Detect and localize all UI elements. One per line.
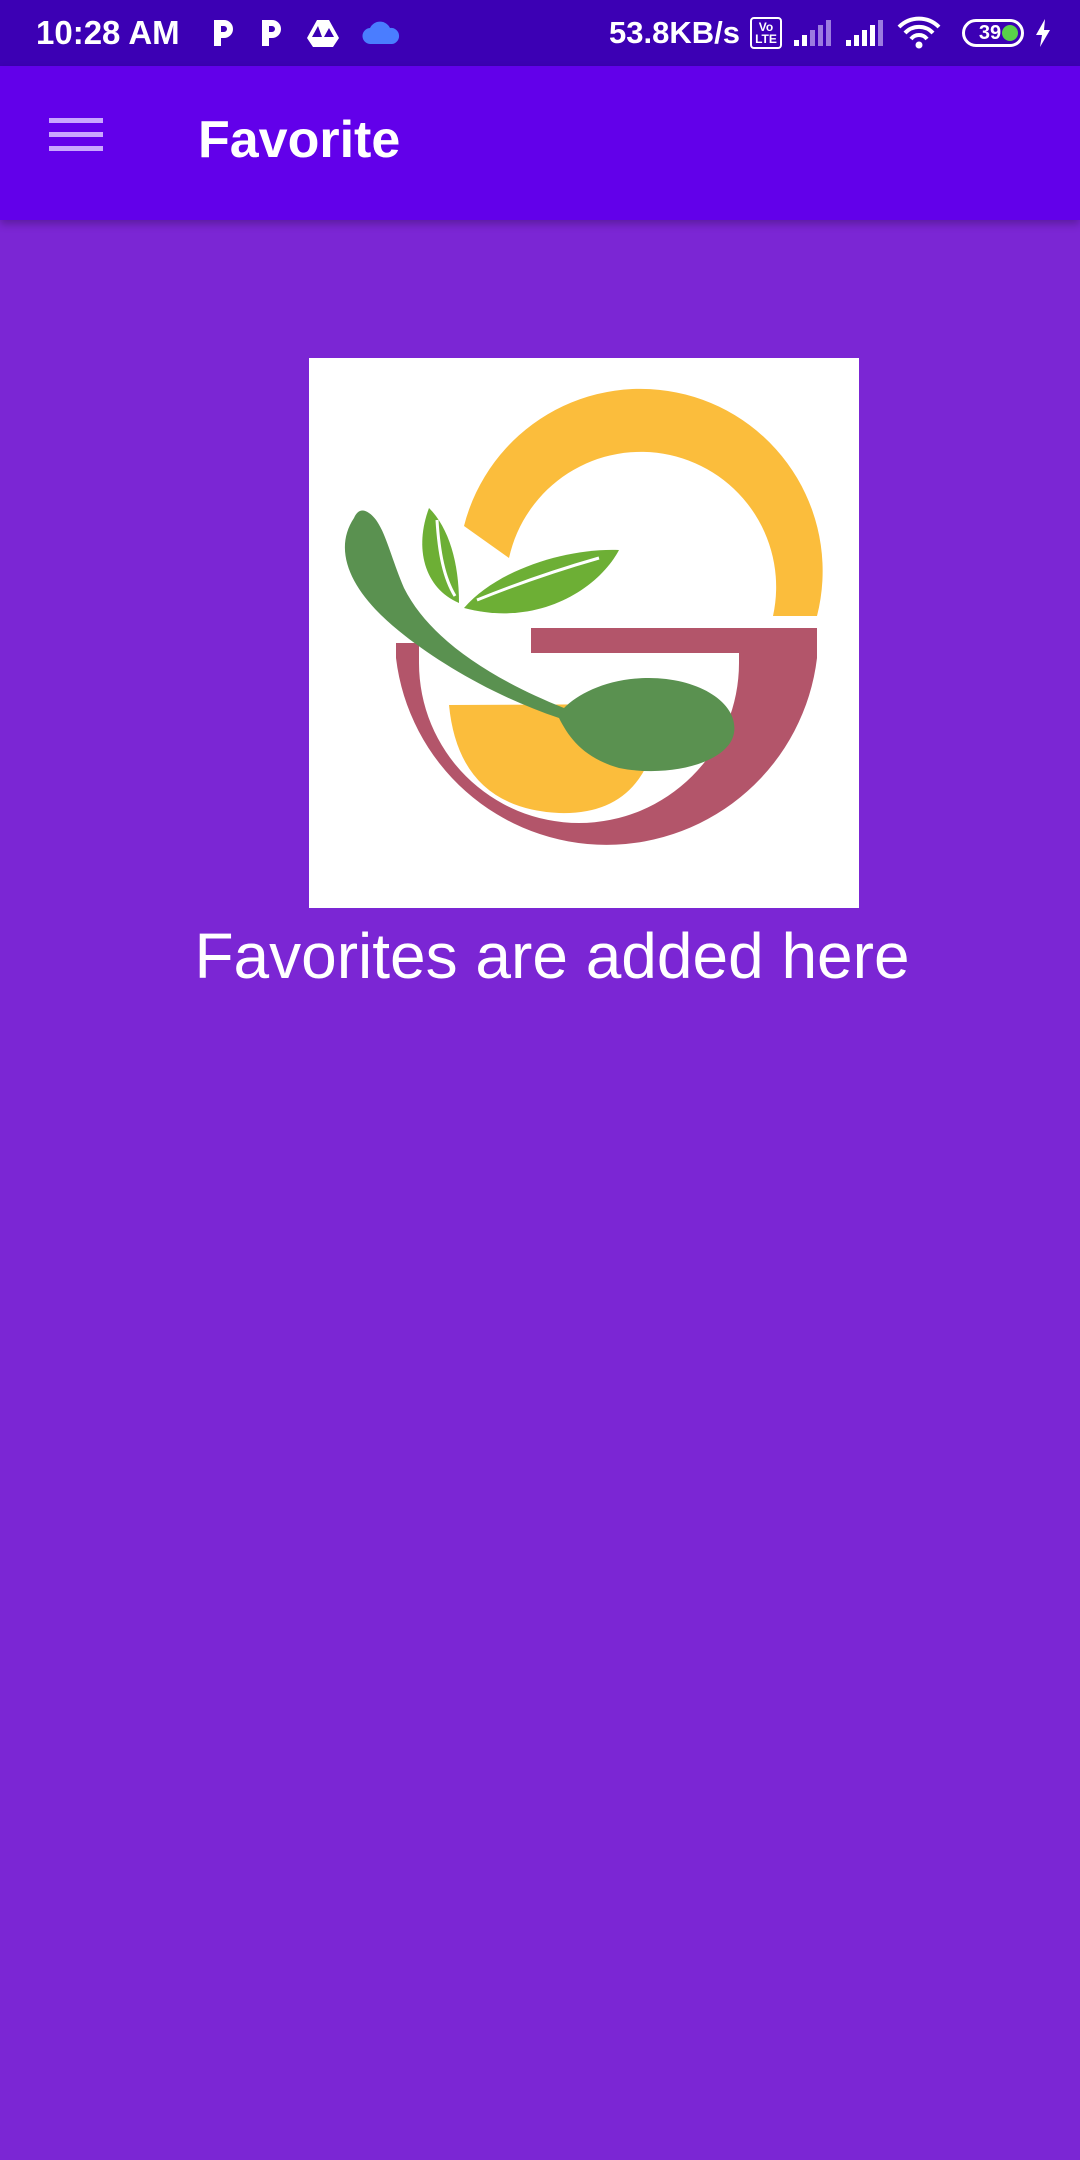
google-drive-icon — [306, 18, 340, 48]
battery-level: 39 — [978, 22, 1002, 44]
volte-badge: Vo LTE — [750, 17, 782, 49]
app-bar: Favorite — [0, 66, 1080, 220]
cloud-icon — [362, 20, 400, 46]
parking-p-icon — [258, 18, 284, 48]
signal-strong-icon — [844, 18, 886, 48]
status-bar: 10:28 AM 53.8KB/s Vo LTE 39 — [0, 0, 1080, 66]
status-left: 10:28 AM — [36, 14, 400, 52]
parking-p-icon — [210, 18, 236, 48]
status-right: 53.8KB/s Vo LTE 39 — [609, 15, 1052, 51]
wifi-icon — [896, 16, 942, 50]
battery-icon: 39 — [962, 19, 1024, 47]
empty-state-message: Favorites are added here — [194, 920, 910, 992]
menu-button[interactable] — [28, 104, 124, 170]
network-speed: 53.8KB/s — [609, 15, 740, 50]
charging-bolt-icon — [1034, 18, 1052, 48]
hamburger-menu-icon — [49, 115, 103, 160]
signal-weak-icon — [792, 18, 834, 48]
status-time: 10:28 AM — [36, 14, 180, 51]
food-bowl-spoon-logo — [309, 358, 859, 908]
page-title: Favorite — [198, 111, 401, 169]
